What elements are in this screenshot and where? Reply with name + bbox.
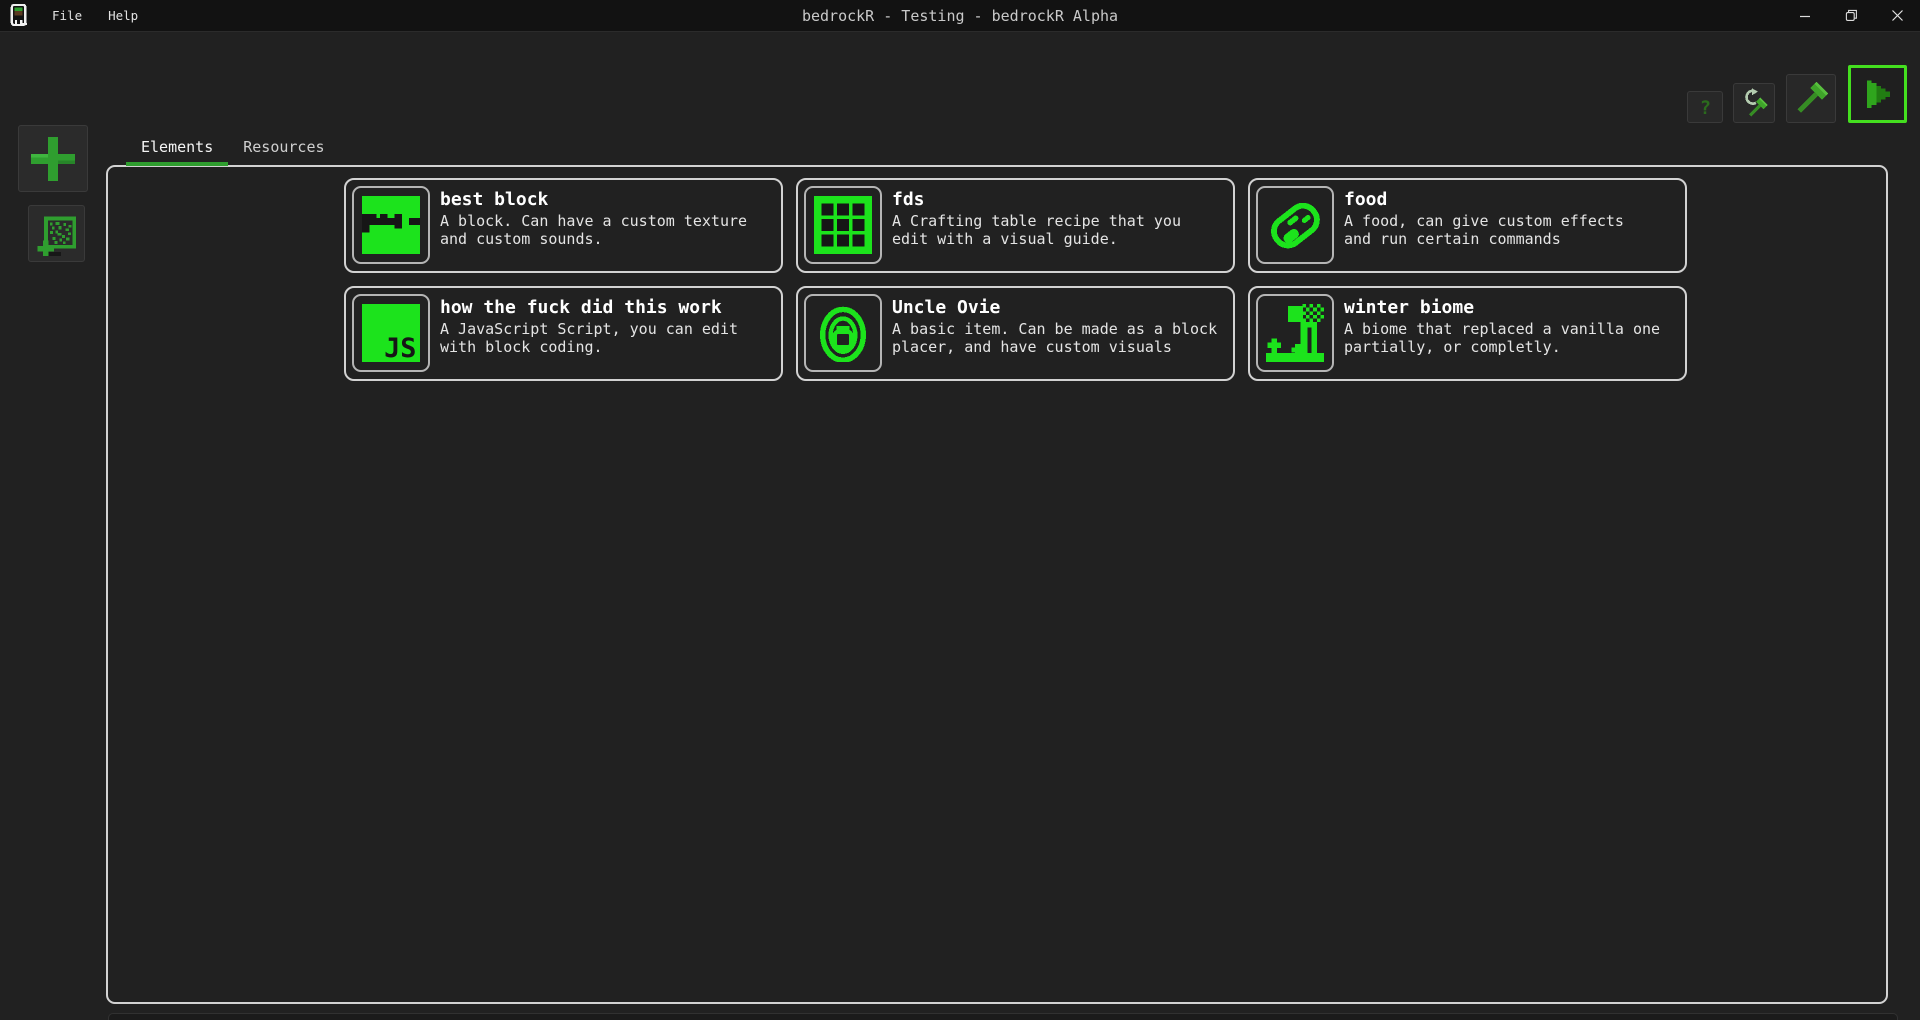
build-button[interactable] [1786,74,1836,123]
horizontal-scrollbar-track[interactable] [108,1013,1898,1020]
element-icon-box: JS [352,294,430,372]
menu-help[interactable]: Help [95,0,151,31]
element-card-food[interactable]: food A food, can give custom effects and… [1248,178,1687,273]
close-button[interactable] [1874,0,1920,31]
element-icon-box [804,186,882,264]
element-card-text: best block A block. Can have a custom te… [440,186,747,265]
element-icon-box [1256,294,1334,372]
biome-tree-icon [1266,304,1324,362]
add-element-button[interactable] [18,125,88,192]
element-card-text: food A food, can give custom effects and… [1344,186,1624,265]
elements-panel: best block A block. Can have a custom te… [106,165,1888,1004]
spawn-egg-icon [814,304,872,362]
element-icon-box [352,186,430,264]
element-card-script[interactable]: JS how the fuck did this work A JavaScri… [344,286,783,381]
app-logo-icon [9,3,29,28]
crafting-grid-icon [814,196,872,254]
element-description-line: A JavaScript Script, you can edit [440,320,738,338]
block-icon [362,196,420,254]
help-button[interactable]: ? [1687,91,1723,123]
tab-resources[interactable]: Resources [228,132,339,166]
element-card-winter-biome[interactable]: winter biome A biome that replaced a van… [1248,286,1687,381]
element-description-line: A block. Can have a custom texture [440,212,747,230]
tab-elements[interactable]: Elements [126,132,228,166]
element-title: food [1344,187,1624,212]
window-controls [1782,0,1920,31]
close-icon [1891,9,1904,22]
run-button[interactable] [1848,65,1907,123]
element-title: best block [440,187,747,212]
rebuild-hammer-icon [1738,87,1770,119]
element-description-line: placer, and have custom visuals [892,338,1217,356]
element-card-text: Uncle Ovie A basic item. Can be made as … [892,294,1217,373]
element-icon-box [1256,186,1334,264]
element-description-line: A Crafting table recipe that you [892,212,1181,230]
element-card-best-block[interactable]: best block A block. Can have a custom te… [344,178,783,273]
minimize-icon [1799,10,1811,22]
element-description-line: A food, can give custom effects [1344,212,1624,230]
element-card-grid: best block A block. Can have a custom te… [344,178,1687,381]
js-icon: JS [362,304,420,362]
element-description-line: A biome that replaced a vanilla one [1344,320,1660,338]
element-description-line: edit with a visual guide. [892,230,1181,248]
element-card-text: how the fuck did this work A JavaScript … [440,294,738,373]
restore-icon [1845,9,1858,22]
rebuild-button[interactable] [1733,83,1775,123]
element-description-line: and run certain commands [1344,230,1624,248]
question-glyph: ? [1700,98,1711,119]
menu-file[interactable]: File [39,0,95,31]
hammer-icon [1791,79,1831,119]
element-card-uncle-ovie[interactable]: Uncle Ovie A basic item. Can be made as … [796,286,1235,381]
window-title: bedrockR - Testing - bedrockR Alpha [0,0,1920,32]
element-title: Uncle Ovie [892,295,1217,320]
element-description-line: A basic item. Can be made as a block [892,320,1217,338]
element-card-text: winter biome A biome that replaced a van… [1344,294,1660,373]
play-icon [1856,72,1900,116]
menubar: File Help [39,0,151,31]
element-card-fds[interactable]: fds A Crafting table recipe that you edi… [796,178,1235,273]
titlebar: File Help bedrockR - Testing - bedrockR … [0,0,1920,32]
element-description-line: partially, or completly. [1344,338,1660,356]
add-plus-icon [27,133,79,185]
question-mark-icon: ? [1693,95,1717,119]
element-description-line: and custom sounds. [440,230,747,248]
element-card-text: fds A Crafting table recipe that you edi… [892,186,1181,265]
js-glyph: JS [384,333,416,362]
add-texture-icon [34,211,80,257]
tab-bar: Elements Resources [126,132,340,166]
element-title: winter biome [1344,295,1660,320]
element-title: how the fuck did this work [440,295,738,320]
steak-icon [1266,196,1324,254]
restore-button[interactable] [1828,0,1874,31]
add-texture-button[interactable] [28,205,85,262]
element-title: fds [892,187,1181,212]
element-description-line: with block coding. [440,338,738,356]
element-icon-box [804,294,882,372]
minimize-button[interactable] [1782,0,1828,31]
